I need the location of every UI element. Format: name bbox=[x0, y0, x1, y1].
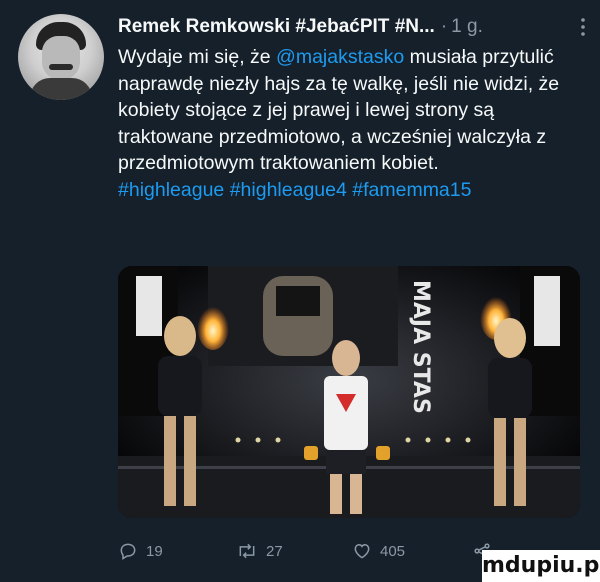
tweet-header: Remek Remkowski #JebaćPIT #N... · 1 g. bbox=[118, 14, 586, 40]
tweet[interactable]: Remek Remkowski #JebaćPIT #N... · 1 g. W… bbox=[0, 0, 600, 582]
tweet-text: Wydaje mi się, że @majakstasko musiała p… bbox=[118, 44, 588, 203]
retweet-button[interactable]: 27 bbox=[236, 541, 283, 561]
header-separator: · bbox=[440, 16, 448, 37]
fight-photo: MAJA STAS bbox=[118, 266, 580, 518]
heart-icon bbox=[354, 543, 370, 559]
tweet-text-part1: Wydaje mi się, że bbox=[118, 46, 277, 68]
author-name[interactable]: Remek Remkowski #JebaćPIT #N... bbox=[118, 16, 435, 38]
reply-button[interactable]: 19 bbox=[118, 541, 163, 561]
like-button[interactable]: 405 bbox=[352, 541, 405, 561]
image-name-text: MAJA STAS bbox=[408, 280, 433, 414]
watermark: mdupiu.pl bbox=[482, 550, 600, 582]
hashtag-link[interactable]: #famemma15 bbox=[352, 179, 471, 201]
avatar-shirt bbox=[30, 78, 92, 100]
retweet-icon bbox=[239, 543, 255, 559]
tweet-image[interactable]: MAJA STAS bbox=[118, 266, 580, 518]
tweet-time[interactable]: 1 g. bbox=[451, 16, 483, 38]
mention-link[interactable]: @majakstasko bbox=[276, 46, 404, 68]
author-avatar[interactable] bbox=[18, 14, 104, 100]
like-count: 405 bbox=[380, 542, 406, 560]
avatar-mustache bbox=[49, 64, 73, 70]
reply-icon bbox=[120, 543, 136, 560]
reply-count: 19 bbox=[146, 542, 163, 560]
more-vertical-icon[interactable] bbox=[580, 18, 586, 36]
avatar-face bbox=[42, 36, 80, 80]
hashtag-link[interactable]: #highleague bbox=[118, 179, 224, 201]
hashtag-link[interactable]: #highleague4 bbox=[230, 179, 347, 201]
retweet-count: 27 bbox=[266, 542, 283, 560]
